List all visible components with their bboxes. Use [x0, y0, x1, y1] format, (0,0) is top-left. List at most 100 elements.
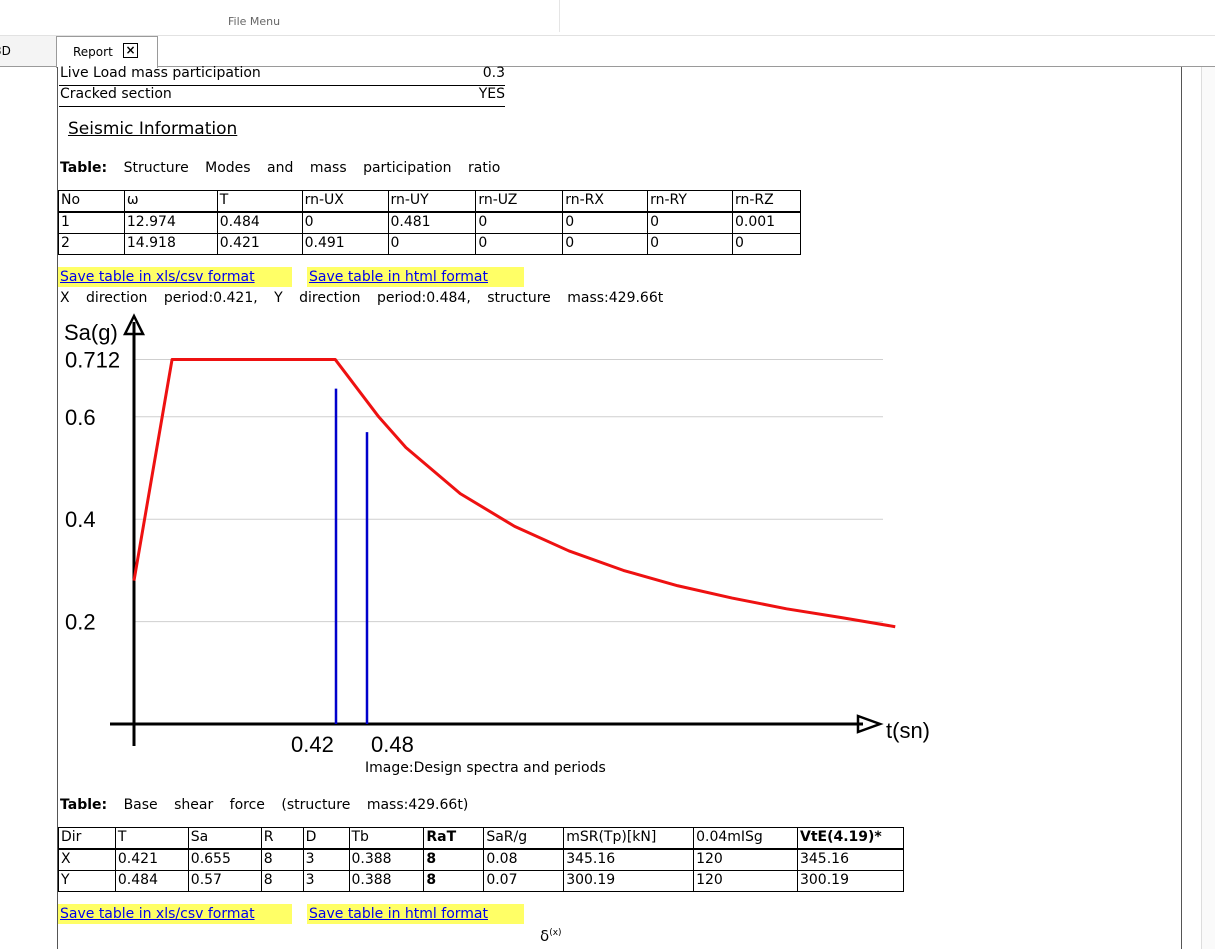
table-cell: 120 — [693, 870, 798, 892]
table-caption-text: Structure Modes and mass participation r… — [123, 160, 501, 176]
property-label: Cracked section — [60, 86, 172, 102]
close-icon[interactable]: × — [123, 43, 138, 58]
vertical-scrollbar[interactable] — [1201, 67, 1215, 949]
x-tick-label: 0.42 — [291, 732, 334, 757]
table-header-cell: Sa — [187, 827, 262, 850]
table-header-row: Dir T Sa R D Tb RaT SaR/g mSR(Tp)[kN] 0.04mISg VtE… — [58, 827, 905, 850]
shear-table-caption: Table: Base shear force (structure mass:… — [60, 797, 468, 813]
modes-table: No ω Trn-UX rn-UY rn-UZ rn-RX rn-RY rn-RZ 1 12.97… — [58, 190, 801, 255]
table-cell: 14.918 — [123, 233, 218, 255]
table-row: 2 14.918 0.421 0.491 0 0 0 0 0 — [58, 233, 801, 255]
table-header-cell: Tb — [348, 827, 425, 850]
table-header-cell: RaT — [423, 827, 485, 850]
table-cell: 0.388 — [348, 848, 425, 871]
property-label: Live Load mass participation — [60, 65, 261, 81]
table-row: X 0.421 0.655 8 3 0.388 8 0.08 345.16 120 345.16 — [58, 848, 905, 871]
y-tick-label: 0.4 — [65, 507, 96, 532]
table-caption-prefix: Table: — [60, 160, 108, 176]
table-header-cell: rn-UX — [301, 190, 389, 213]
y-tick-label: 0.712 — [65, 347, 120, 372]
table-cell: 0.421 — [216, 233, 303, 255]
tab-3d-label: 3D — [0, 44, 11, 58]
modes-table-caption: Table: Structure Modes and mass particip… — [60, 160, 500, 176]
section-title-seismic: Seismic Information — [68, 119, 238, 139]
table-cell: 0 — [647, 211, 733, 234]
table-header-cell: SaR/g — [483, 827, 565, 850]
menu-separator — [559, 0, 560, 32]
base-shear-table: Dir T Sa R D Tb RaT SaR/g mSR(Tp)[kN] 0.04mISg VtE… — [58, 827, 905, 892]
property-row-cracked-section: Cracked section YES — [59, 86, 505, 107]
table-header-cell: R — [260, 827, 304, 850]
table-caption-text: Base shear force (structure mass:429.66t… — [123, 797, 469, 813]
table-header-cell: rn-UY — [387, 190, 477, 213]
table-header-cell: ω — [123, 190, 218, 213]
table-cell: 3 — [302, 870, 350, 892]
table-cell: 0 — [475, 233, 564, 255]
table-cell: 0 — [301, 211, 389, 234]
table-header-cell: rn-RX — [562, 190, 649, 213]
table-cell: 0.08 — [483, 848, 565, 871]
menu-bar: File Menu — [0, 0, 1215, 36]
save-xls-link-2[interactable]: Save table in xls/csv format — [58, 904, 292, 924]
table-cell: 8 — [423, 870, 485, 892]
table-header-cell: Dir — [58, 827, 116, 850]
table-cell: 0.57 — [187, 870, 262, 892]
save-html-link-2[interactable]: Save table in html format — [307, 904, 524, 924]
table-cell: 0.481 — [387, 211, 477, 234]
save-xls-link[interactable]: Save table in xls/csv format — [58, 267, 292, 287]
table-header-cell: rn-UZ — [475, 190, 564, 213]
table-caption-prefix: Table: — [60, 797, 108, 813]
table-header-cell: D — [302, 827, 350, 850]
property-value: YES — [478, 86, 505, 102]
drift-symbol: δ(x) — [540, 927, 562, 945]
spectrum-curve — [132, 357, 896, 629]
table-cell: 345.16 — [796, 848, 905, 871]
chart-caption: Image:Design spectra and periods — [365, 760, 606, 776]
tab-3d[interactable]: 3D — [0, 36, 57, 66]
table-cell: 0.484 — [216, 211, 303, 234]
table-cell: 3 — [302, 848, 350, 871]
x-direction-period: X direction period:0.421, — [60, 290, 258, 306]
table-cell: 1 — [58, 211, 125, 234]
file-menu[interactable]: File Menu — [228, 15, 280, 28]
table-header-row: No ω Trn-UX rn-UY rn-UZ rn-RX rn-RY rn-RZ — [58, 190, 801, 213]
table-header-cell: rn-RZ — [732, 190, 801, 213]
table-cell: 2 — [58, 233, 125, 255]
structure-mass: structure mass:429.66t — [487, 290, 664, 306]
table-cell: 0.484 — [114, 870, 189, 892]
table-header-cell: T — [216, 190, 303, 213]
table-header-cell: No — [58, 190, 125, 213]
y-tick-label: 0.2 — [65, 610, 96, 635]
table-cell: 120 — [693, 848, 798, 871]
table-cell: 0.001 — [732, 211, 801, 234]
table-cell: 0 — [647, 233, 733, 255]
table-cell: 8 — [260, 848, 304, 871]
property-value: 0.3 — [482, 65, 505, 81]
table-cell: 0.655 — [187, 848, 262, 871]
table-header-cell: VtE(4.19)* — [796, 827, 905, 850]
table-cell: 0 — [475, 211, 564, 234]
table-row: Y 0.484 0.57 8 3 0.388 8 0.07 300.19 120 300.19 — [58, 870, 905, 892]
x-axis-label: t(sn) — [886, 718, 930, 743]
table-cell: 0.421 — [114, 848, 189, 871]
y-axis-label: Sa(g) — [64, 320, 118, 345]
table-cell: X — [58, 848, 116, 871]
table-cell: 0 — [562, 211, 649, 234]
table-cell: 345.16 — [563, 848, 695, 871]
table-cell: 0.07 — [483, 870, 565, 892]
table-cell: 300.19 — [563, 870, 695, 892]
table-cell: 8 — [260, 870, 304, 892]
table-cell: 0.388 — [348, 870, 425, 892]
save-html-link[interactable]: Save table in html format — [307, 267, 524, 287]
document-right-border — [1181, 67, 1182, 949]
y-direction-period: Y direction period:0.484, — [274, 290, 471, 306]
table-cell: 0 — [387, 233, 477, 255]
table-header-cell: mSR(Tp)[kN] — [563, 827, 695, 850]
y-tick-label: 0.6 — [65, 405, 96, 430]
x-tick-label: 0.48 — [371, 732, 414, 757]
table-cell: 0 — [732, 233, 801, 255]
table-cell: 0 — [562, 233, 649, 255]
table-cell: Y — [58, 870, 116, 892]
tab-report-label: Report — [73, 45, 113, 59]
tab-report[interactable]: Report × — [56, 36, 158, 68]
